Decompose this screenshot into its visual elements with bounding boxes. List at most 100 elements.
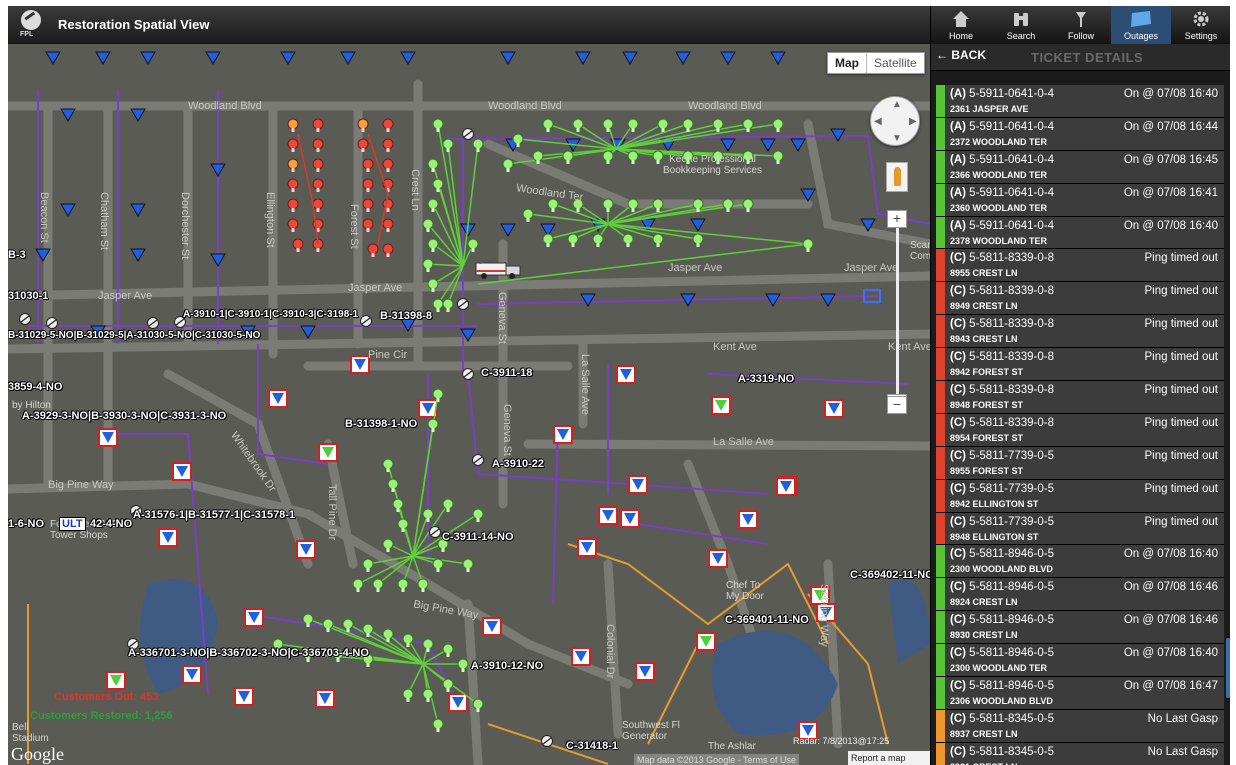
ticket-row[interactable]: (C) 5-5811-8339-0-8 8949 CREST LN Ping tim… <box>936 282 1224 316</box>
device-label[interactable]: 3859-4-NO <box>8 381 62 393</box>
device-label[interactable]: A-3910-1|C-3910-1|C-3910-3|C-3198-1 <box>183 309 358 320</box>
device-label[interactable]: B-31398-8 <box>380 310 432 322</box>
device-label[interactable]: A-3319-NO <box>738 373 794 385</box>
ticket-phase: (C) <box>950 581 966 594</box>
pan-down-icon[interactable]: ▼ <box>892 133 902 144</box>
meter-base <box>316 168 320 172</box>
device-triangle <box>720 51 736 65</box>
outages-icon <box>1131 11 1151 27</box>
ticket-row[interactable]: (C) 5-5811-8339-0-8 8948 FOREST ST Ping ti… <box>936 381 1224 414</box>
nav-settings[interactable]: Settings <box>1171 6 1230 44</box>
device-label[interactable]: 31030-1 <box>8 290 48 302</box>
nav-label: Home <box>948 31 973 41</box>
meter-restored <box>627 198 639 210</box>
zoom-out-button[interactable]: − <box>887 396 907 414</box>
ticket-row[interactable]: (C) 5-5811-7739-0-5 8948 ELLINGTON ST Ping… <box>936 512 1224 546</box>
device-label[interactable]: A-31576-1|B-31577-1|C-31578-1 <box>133 509 295 521</box>
meter-base <box>746 208 750 212</box>
ticket-row[interactable]: (C) 5-5811-8339-0-8 8954 FOREST ST Ping ti… <box>936 413 1224 447</box>
street-label: Ellington St <box>264 192 276 248</box>
ticket-phase: (C) <box>950 614 966 627</box>
ticket-row[interactable]: (C) 5-5811-7739-0-5 8942 ELLINGTON ST Ping… <box>936 479 1224 513</box>
device-label[interactable]: B-3 <box>8 249 26 261</box>
ticket-row[interactable]: (C) 5-5811-8946-0-5 2306 WOODLAND BLVD On … <box>936 677 1224 710</box>
ticket-row[interactable]: (C) 5-5811-8339-0-8 8955 CREST LN Ping tim… <box>936 249 1224 283</box>
pan-right-icon[interactable]: ▶ <box>909 116 917 127</box>
meter-base <box>466 568 470 572</box>
report-map-error-link[interactable]: Report a map error <box>848 751 930 765</box>
device-label[interactable]: A-3910-12-NO <box>471 660 543 672</box>
device-label[interactable]: C-369402-11-NO <box>850 569 930 581</box>
map-type-map-button[interactable]: Map <box>828 53 867 73</box>
ticket-row[interactable]: (C) 5-5811-8345-0-58931 CREST LNNo Last … <box>936 742 1224 765</box>
ticket-row[interactable]: (C) 5-5811-8946-0-5 2300 WOODLAND TER On @… <box>936 644 1224 678</box>
ticket-row[interactable]: (C) 5-5811-8345-0-5 8937 CREST LN No Last … <box>936 709 1224 743</box>
nav-search[interactable]: Search <box>991 6 1051 44</box>
ticket-id: 5-5811-7739-0-5 <box>969 515 1054 528</box>
ticket-address: 2360 WOODLAND TER <box>950 202 1048 213</box>
pan-left-icon[interactable]: ◀ <box>874 116 882 127</box>
device-label[interactable]: A-3910-22 <box>492 458 544 470</box>
ticket-row[interactable]: (A) 5-5911-0641-0-4 2361 JASPER AVE On @ 0… <box>936 85 1224 118</box>
meter-out <box>287 138 299 150</box>
nav-follow[interactable]: Follow <box>1051 6 1111 44</box>
meter-restored <box>432 178 444 190</box>
pan-control[interactable]: ▲ ▼ ◀ ▶ <box>870 96 920 146</box>
map-type-satellite-button[interactable]: Satellite <box>867 53 924 73</box>
ticket-row[interactable]: (A) 5-5911-0641-0-4 2360 WOODLAND TER On @… <box>936 183 1224 217</box>
meter-base <box>526 218 530 222</box>
meter-base <box>476 708 480 712</box>
ticket-status-bar <box>936 315 945 348</box>
ticket-row[interactable]: (A) 5-5911-0641-0-4 2378 WOODLAND TER On @… <box>936 216 1224 250</box>
meter-base <box>316 148 320 152</box>
zoom-slider-track[interactable] <box>896 222 899 402</box>
meter-base <box>626 243 630 247</box>
ticket-row[interactable]: (A) 5-5911-0641-0-4 2372 WOODLAND TER On @… <box>936 117 1224 151</box>
ticket-row[interactable]: (C) 5-5811-8946-0-5 2300 WOODLAND BLVD On … <box>936 545 1224 579</box>
device-label[interactable]: 1-6-NO <box>8 518 44 530</box>
device-label[interactable]: C-3911-14-NO <box>442 531 514 543</box>
ticket-id-line: (C) 5-5811-8946-0-5 <box>950 680 1054 692</box>
zoom-in-button[interactable]: + <box>887 210 907 228</box>
ticket-row[interactable]: (C) 5-5811-8339-0-8 8942 FOREST ST Ping ti… <box>936 348 1224 382</box>
device-triangle <box>790 138 806 152</box>
ticket-status: Ping timed out <box>1144 285 1218 298</box>
ticket-status: On @ 07/08 16:46 <box>1123 581 1218 594</box>
device-label[interactable]: 42-4-NO <box>90 518 132 530</box>
nav-label: Settings <box>1184 31 1218 41</box>
street-label: Kent Ave <box>713 341 757 353</box>
ticket-row[interactable]: (A) 5-5911-0641-0-4 2366 WOODLAND TER On @… <box>936 150 1224 184</box>
ticket-phase: (C) <box>950 745 966 758</box>
ticket-list-scrollbar[interactable] <box>1226 638 1230 698</box>
ticket-row[interactable]: (C) 5-5811-8946-0-5 8930 CREST LN On @ 07/… <box>936 611 1224 645</box>
device-label[interactable]: C-31418-1 <box>566 740 618 752</box>
map-attribution[interactable]: Map data ©2013 Google - Terms of Use <box>634 754 800 765</box>
device-label[interactable]: B-31029-5-NO|B-31029-5|A-31030-5-NO|C-31… <box>8 330 260 341</box>
ult-badge[interactable]: ULT <box>59 517 86 531</box>
pan-up-icon[interactable]: ▲ <box>892 99 902 110</box>
meter-base <box>476 148 480 152</box>
device-label[interactable]: B-31398-1-NO <box>345 418 417 430</box>
ticket-row[interactable]: (C) 5-5811-8946-0-5 8924 CREST LN On @ 07/… <box>936 578 1224 612</box>
meter-restored <box>432 298 444 310</box>
ticket-row[interactable]: (C) 5-5811-8339-0-8 8943 CREST LN Ping tim… <box>936 315 1224 349</box>
back-button[interactable]: ← BACK <box>936 48 986 62</box>
device-label[interactable]: A-336701-3-NO|B-336702-3-NO|C-336703-4-N… <box>128 647 369 659</box>
ticket-list[interactable]: (A) 5-5911-0641-0-4 2361 JASPER AVE On @ 0… <box>936 85 1224 765</box>
street-view-pegman-icon[interactable] <box>886 162 908 192</box>
meter-base <box>806 248 810 252</box>
ticket-phase: (A) <box>950 88 966 100</box>
ticket-id: 5-5811-8339-0-8 <box>969 416 1054 429</box>
meter-out <box>362 218 374 230</box>
device-label[interactable]: C-3911-18 <box>481 367 532 379</box>
device-triangle <box>130 203 146 217</box>
outage-map[interactable]: Woodland Blvd Woodland Blvd Woodland Blv… <box>8 44 930 765</box>
ticket-row[interactable]: (C) 5-5811-7739-0-5 8955 FOREST ST Ping ti… <box>936 446 1224 480</box>
nav-home[interactable]: Home <box>931 6 991 44</box>
nav-outages[interactable]: Outages <box>1111 6 1171 44</box>
meter-base <box>371 253 375 257</box>
ticket-id: 5-5911-0641-0-4 <box>969 88 1054 100</box>
device-label[interactable]: A-3929-3-NO|B-3930-3-NO|C-3931-3-NO <box>22 410 226 422</box>
device-label[interactable]: C-369401-11-NO <box>725 614 809 626</box>
crew-truck-icon[interactable] <box>474 258 524 280</box>
